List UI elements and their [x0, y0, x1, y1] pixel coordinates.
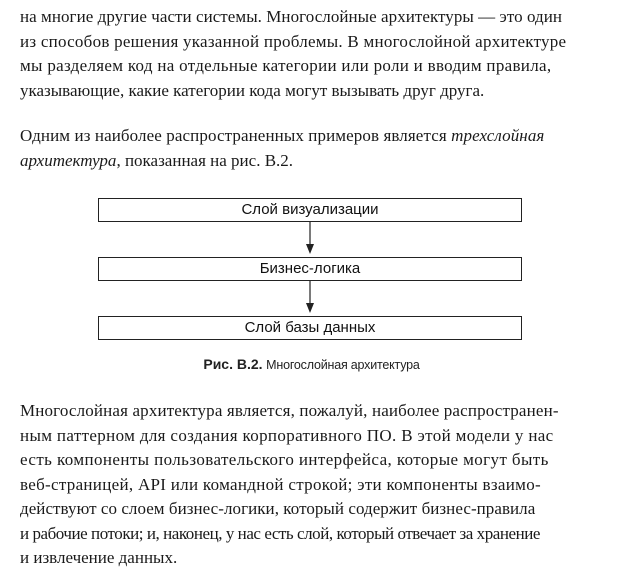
- text-line: указывающие, какие категории кода могут …: [20, 80, 485, 100]
- layer-box-business-logic: Бизнес-логика: [98, 257, 522, 281]
- down-arrow-icon: [306, 222, 314, 254]
- paragraph-layered-intro: на многие другие части системы. Многосло…: [20, 5, 603, 103]
- text-line: есть компоненты пользовательского интерф…: [20, 450, 549, 469]
- text-line: ным паттерном для создания корпоративног…: [20, 425, 554, 445]
- text-line: Многослойная архитектура является, пожал…: [20, 401, 559, 420]
- down-arrow-icon: [306, 281, 314, 313]
- paragraph-layered-description: Многослойная архитектура является, пожал…: [20, 399, 603, 571]
- caption-text: Многослойная архитектура: [266, 358, 420, 372]
- paragraph-three-layer: Одним из наиболее распространенных приме…: [20, 124, 603, 173]
- caption-label: Рис. В.2.: [203, 356, 263, 372]
- text-line: и рабочие потоки; и, наконец, у нас есть…: [20, 523, 541, 543]
- figure-layered-architecture: Слой визуализации Бизнес-логика Слой баз…: [20, 195, 603, 385]
- text-line: веб-страницей, API или командной строкой…: [20, 474, 541, 494]
- emphasized-term: архитектура: [20, 150, 117, 170]
- text-line: из способов решения указанной проблемы. …: [20, 31, 567, 51]
- text-run: , показанная на рис. В.2.: [116, 150, 294, 170]
- layer-box-presentation: Слой визуализации: [98, 198, 522, 222]
- text-line: Одним из наиболее распространенных приме…: [20, 124, 603, 149]
- emphasized-term: трехслойная: [451, 126, 545, 145]
- layer-box-database: Слой базы данных: [98, 316, 522, 340]
- text-line: и извлечение данных.: [20, 548, 178, 567]
- text-line: мы разделяем код на отдельные категории …: [20, 56, 552, 75]
- text-line: на многие другие части системы. Многосло…: [20, 7, 563, 26]
- text-line: архитектура, показанная на рис. В.2.: [20, 149, 603, 174]
- figure-caption: Рис. В.2. Многослойная архитектура: [20, 356, 603, 372]
- text-run: Одним из наиболее распространенных приме…: [20, 126, 452, 145]
- text-line: действуют со слоем бизнес-логики, которы…: [20, 499, 536, 518]
